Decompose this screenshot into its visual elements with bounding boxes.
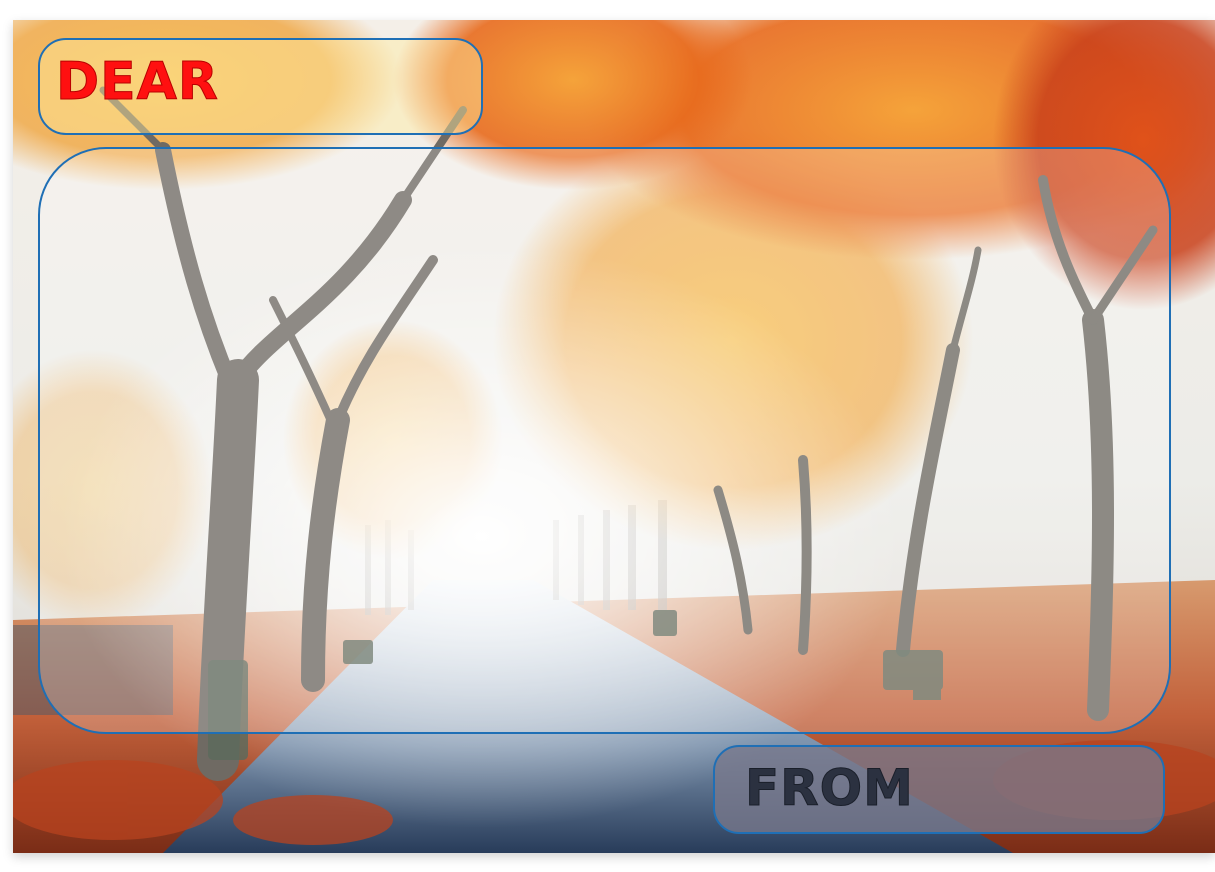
dear-label: DEAR xyxy=(56,52,219,113)
dear-field[interactable]: DEAR xyxy=(38,38,483,135)
message-area[interactable] xyxy=(38,147,1171,734)
from-field[interactable]: FROM xyxy=(713,745,1165,834)
from-label: FROM xyxy=(745,759,914,818)
postcard: DEAR FROM xyxy=(13,20,1215,853)
